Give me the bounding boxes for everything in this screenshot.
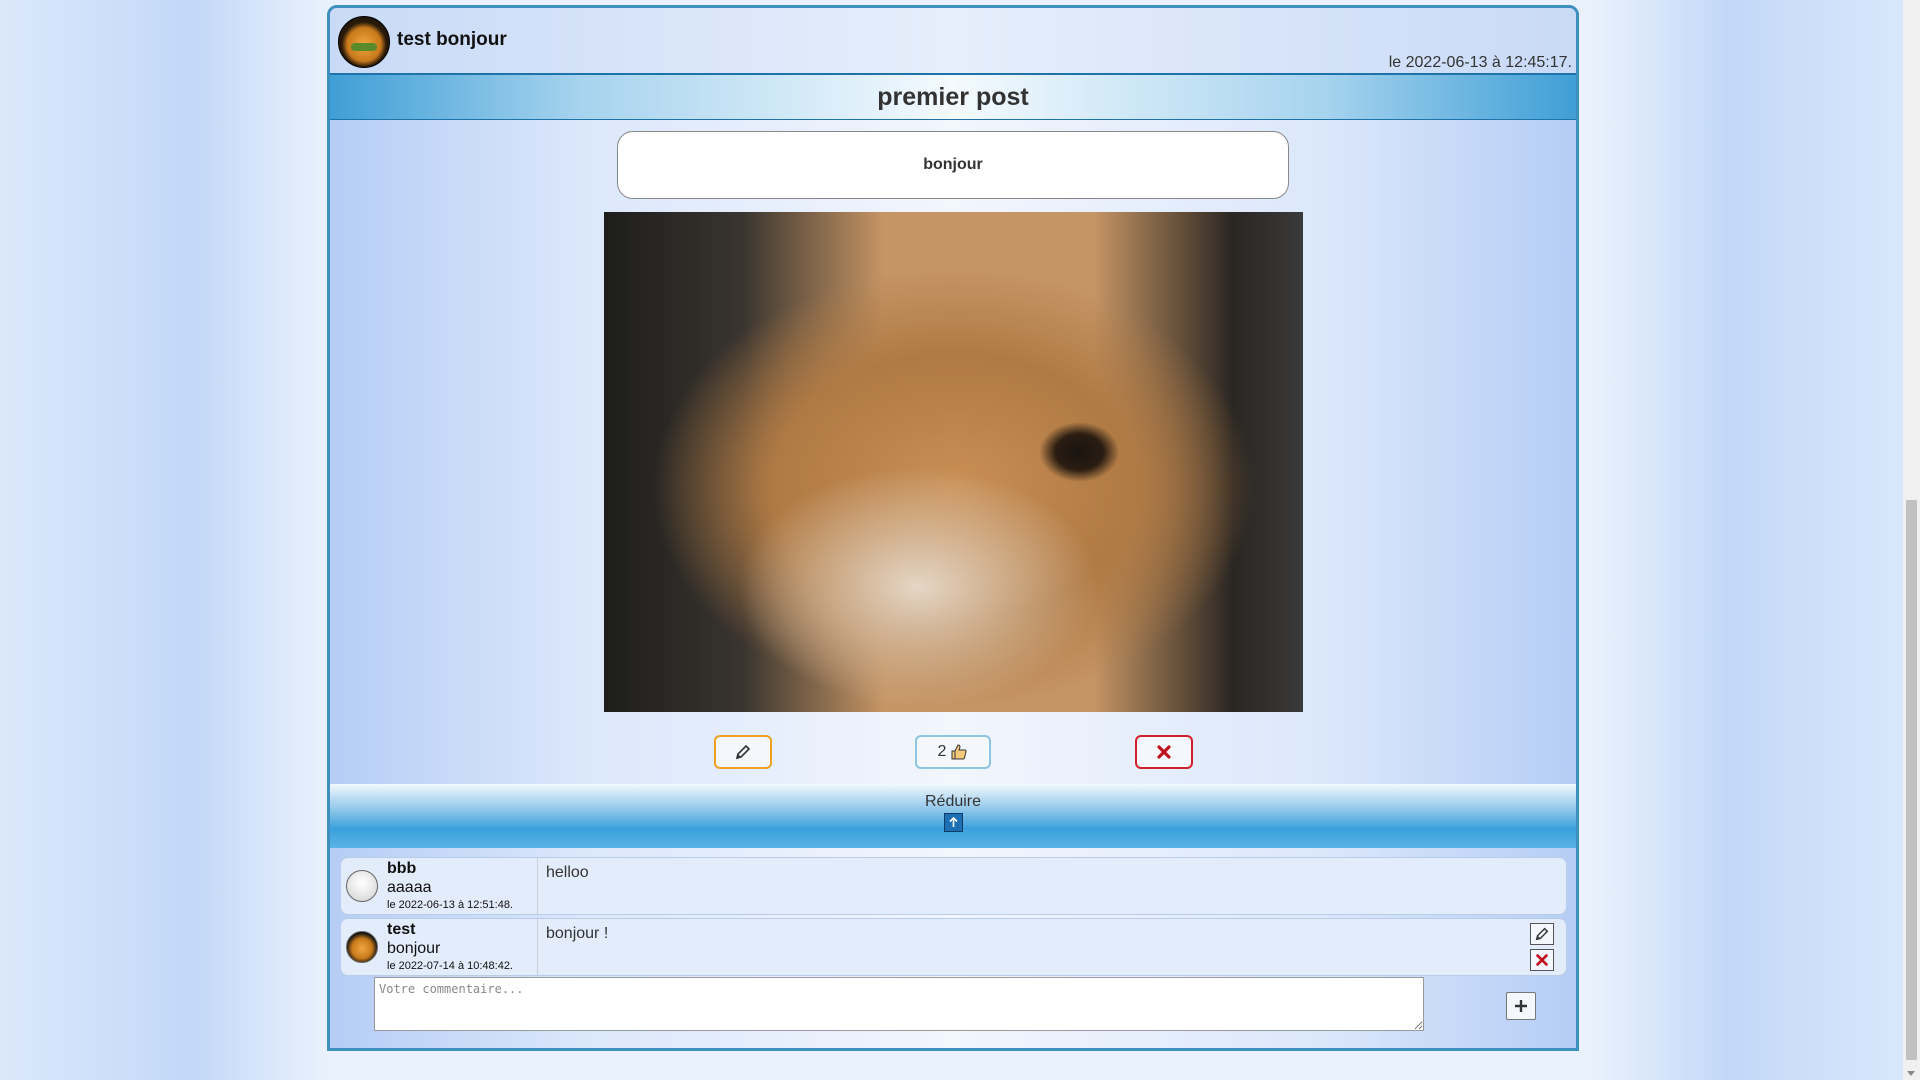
post-date: le 2022-06-13 à 12:45:17.: [1388, 54, 1572, 71]
post-title: premier post: [330, 75, 1576, 120]
comment-item: test bonjour le 2022-07-14 à 10:48:42. b…: [340, 918, 1567, 976]
like-count: 2: [937, 743, 947, 760]
reduce-toggle[interactable]: Réduire: [330, 784, 1576, 848]
scroll-down-icon[interactable]: [1907, 1071, 1915, 1076]
delete-comment-button[interactable]: [1530, 949, 1554, 971]
comment-date: le 2022-07-14 à 10:48:42.: [387, 960, 513, 972]
reduce-label: Réduire: [924, 793, 982, 810]
arrow-up-icon[interactable]: [944, 813, 963, 832]
post-actions: 2: [330, 735, 1576, 769]
post-image: [604, 212, 1303, 712]
like-button[interactable]: 2: [915, 735, 991, 769]
default-avatar-icon[interactable]: [346, 870, 378, 902]
delete-post-button[interactable]: [1135, 735, 1193, 769]
close-icon: [1536, 954, 1548, 966]
comment-username[interactable]: bbb: [387, 860, 416, 878]
comment-item: bbb aaaaa le 2022-06-13 à 12:51:48. hell…: [340, 857, 1567, 915]
comment-meta: test bonjour le 2022-07-14 à 10:48:42.: [341, 919, 538, 975]
comment-meta: bbb aaaaa le 2022-06-13 à 12:51:48.: [341, 858, 538, 914]
comment-text: bonjour !: [546, 925, 609, 942]
edit-post-button[interactable]: [714, 735, 772, 769]
plus-icon: [1515, 1000, 1527, 1012]
pencil-icon: [735, 744, 751, 760]
comment-input[interactable]: [374, 977, 1424, 1031]
post-content: bonjour: [617, 131, 1289, 199]
page-scrollbar[interactable]: [1903, 0, 1920, 1080]
comment-display-name: aaaaa: [387, 879, 432, 896]
add-comment-button[interactable]: [1506, 992, 1536, 1020]
comment-display-name: bonjour: [387, 940, 441, 957]
burger-avatar-icon[interactable]: [346, 931, 378, 963]
comment-username[interactable]: test: [387, 921, 415, 939]
post-card: test bonjour le 2022-06-13 à 12:45:17. p…: [327, 5, 1579, 1051]
pencil-icon: [1535, 927, 1549, 941]
post-author[interactable]: test bonjour: [397, 29, 507, 51]
edit-comment-button[interactable]: [1530, 923, 1554, 945]
thumbs-up-icon: [951, 744, 967, 760]
author-avatar[interactable]: [338, 16, 390, 68]
comment-date: le 2022-06-13 à 12:51:48.: [387, 899, 513, 911]
close-icon: [1157, 745, 1171, 759]
comment-text: helloo: [546, 864, 589, 881]
post-header: test bonjour le 2022-06-13 à 12:45:17.: [330, 8, 1576, 75]
scrollbar-thumb[interactable]: [1906, 500, 1917, 1060]
